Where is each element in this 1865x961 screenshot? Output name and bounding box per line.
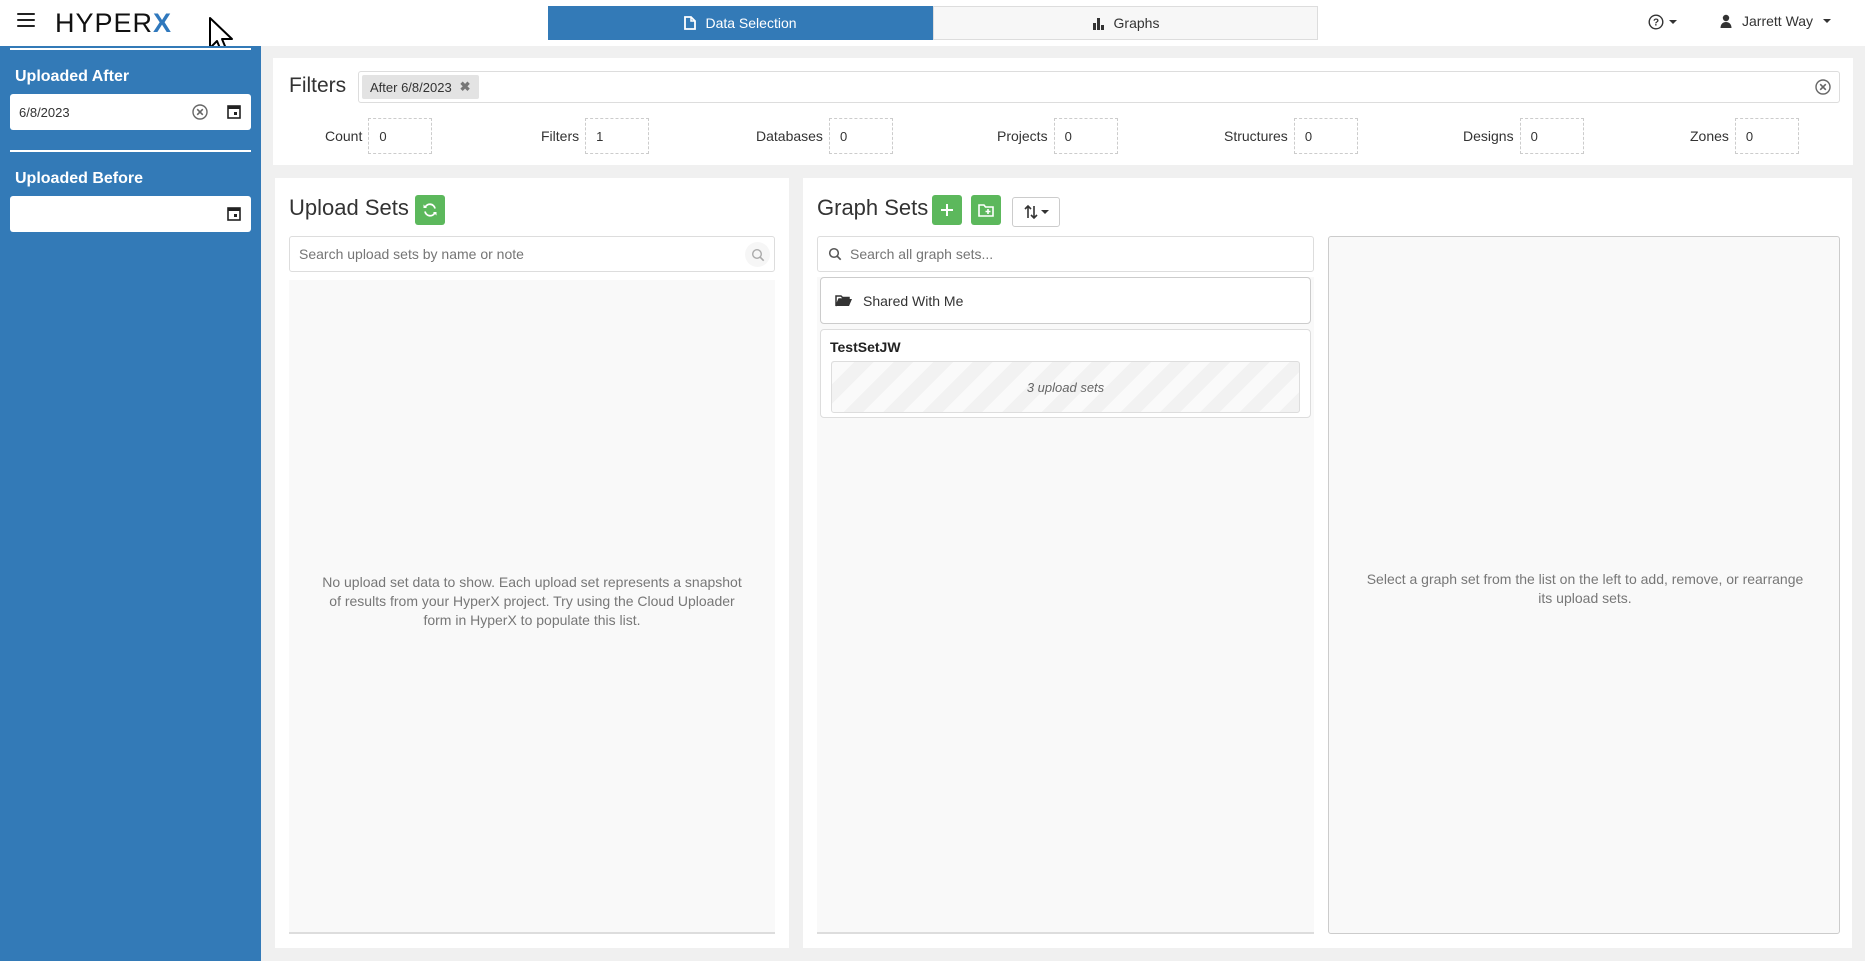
upload-sets-panel: Upload Sets No upload set data to show. … xyxy=(275,178,789,948)
user-name: Jarrett Way xyxy=(1742,13,1814,29)
stat-value: 0 xyxy=(828,118,893,154)
stat-designs: Designs 0 xyxy=(1463,118,1584,154)
app-logo: HYPERX xyxy=(55,8,173,38)
stat-label: Zones xyxy=(1690,128,1729,144)
add-folder-button[interactable] xyxy=(971,195,1001,225)
graph-set-card[interactable]: TestSetJW 3 upload sets xyxy=(820,329,1311,418)
search-icon[interactable] xyxy=(745,242,770,267)
uploaded-after-label: Uploaded After xyxy=(15,68,130,85)
stat-label: Databases xyxy=(756,128,823,144)
user-menu[interactable]: Jarrett Way xyxy=(1720,13,1832,29)
upload-empty-message: No upload set data to show. Each upload … xyxy=(322,574,742,628)
plus-icon xyxy=(941,204,953,216)
graph-sets-panel: Graph Sets Shared With Me TestSetJW 3 up… xyxy=(803,178,1852,948)
stat-label: Filters xyxy=(541,128,580,144)
stat-value: 0 xyxy=(368,118,433,154)
stat-label: Structures xyxy=(1224,128,1288,144)
search-icon xyxy=(828,247,842,261)
upload-sets-title: Upload Sets xyxy=(289,195,409,220)
stat-label: Count xyxy=(325,128,363,144)
filters-title: Filters xyxy=(289,74,347,97)
calendar-icon[interactable] xyxy=(227,104,241,119)
hamburger-menu-icon[interactable] xyxy=(17,13,35,31)
stat-value: 0 xyxy=(1734,118,1799,154)
graph-search-input[interactable] xyxy=(818,237,1258,271)
upload-sets-list: No upload set data to show. Each upload … xyxy=(289,280,775,934)
graph-sets-list: Shared With Me TestSetJW 3 upload sets xyxy=(817,277,1314,934)
bar-chart-icon xyxy=(1092,17,1104,30)
chevron-down-icon xyxy=(1040,210,1049,214)
main-tabs: Data Selection Graphs xyxy=(548,6,1318,40)
clear-icon[interactable] xyxy=(192,104,208,120)
uploaded-before-input[interactable] xyxy=(10,206,180,222)
stat-zones: Zones 0 xyxy=(1690,118,1799,154)
folder-open-icon xyxy=(835,294,852,306)
stat-value: 0 xyxy=(1293,118,1358,154)
uploaded-after-section: Uploaded After xyxy=(10,48,251,130)
stat-structures: Structures 0 xyxy=(1224,118,1358,154)
uploaded-after-field xyxy=(10,94,251,130)
sort-icon xyxy=(1023,204,1038,220)
graph-set-detail-panel: Select a graph set from the list on the … xyxy=(1328,236,1840,934)
add-graph-set-button[interactable] xyxy=(932,195,962,225)
stat-projects: Projects 0 xyxy=(997,118,1118,154)
graph-set-summary: 3 upload sets xyxy=(831,361,1300,413)
help-menu[interactable]: ? xyxy=(1648,14,1677,30)
question-circle-icon: ? xyxy=(1648,14,1664,30)
stat-value: 1 xyxy=(585,118,650,154)
stat-value: 0 xyxy=(1053,118,1118,154)
upload-search-input[interactable] xyxy=(290,237,730,271)
graph-search-box xyxy=(817,236,1314,272)
sort-button[interactable] xyxy=(1012,197,1060,227)
tab-graphs[interactable]: Graphs xyxy=(933,6,1318,40)
clear-all-icon[interactable] xyxy=(1815,79,1831,95)
filters-panel: Filters After 6/8/2023 ✖ Count 0 Filters… xyxy=(273,58,1853,165)
svg-text:?: ? xyxy=(1653,18,1659,29)
stat-label: Projects xyxy=(997,128,1048,144)
filter-chip: After 6/8/2023 ✖ xyxy=(362,75,479,99)
uploaded-before-section: Uploaded Before xyxy=(10,150,251,232)
calendar-icon[interactable] xyxy=(227,206,241,221)
upload-search-box xyxy=(289,236,775,272)
graph-sets-title: Graph Sets xyxy=(817,195,929,220)
uploaded-after-input[interactable] xyxy=(10,104,180,120)
tab-data-selection-label: Data Selection xyxy=(705,15,797,31)
sidebar: Uploaded After Uploaded Before xyxy=(0,46,261,961)
detail-empty-message: Select a graph set from the list on the … xyxy=(1366,571,1804,606)
top-bar: HYPERX Data Selection Graphs ? Jarrett W… xyxy=(0,0,1865,54)
stat-count: Count 0 xyxy=(325,118,433,154)
filter-chip-box[interactable]: After 6/8/2023 ✖ xyxy=(358,71,1840,103)
stat-label: Designs xyxy=(1463,128,1514,144)
folder-plus-icon xyxy=(977,203,994,217)
filter-chip-label: After 6/8/2023 xyxy=(370,79,452,95)
chevron-down-icon xyxy=(1669,20,1677,24)
tab-graphs-label: Graphs xyxy=(1113,15,1160,31)
stat-value: 0 xyxy=(1519,118,1584,154)
user-icon xyxy=(1720,14,1732,28)
shared-folder-label: Shared With Me xyxy=(863,292,964,309)
uploaded-before-field xyxy=(10,196,251,232)
chevron-down-icon xyxy=(1823,19,1832,23)
uploaded-before-label: Uploaded Before xyxy=(15,170,144,187)
tab-data-selection[interactable]: Data Selection xyxy=(548,6,933,40)
shared-with-me-folder[interactable]: Shared With Me xyxy=(820,277,1311,324)
stat-filters: Filters 1 xyxy=(541,118,650,154)
remove-chip-icon[interactable]: ✖ xyxy=(460,79,471,95)
stat-databases: Databases 0 xyxy=(756,118,893,154)
document-icon xyxy=(684,16,697,30)
graph-set-name: TestSetJW xyxy=(830,339,901,355)
refresh-icon xyxy=(423,203,437,217)
refresh-button[interactable] xyxy=(415,195,445,225)
